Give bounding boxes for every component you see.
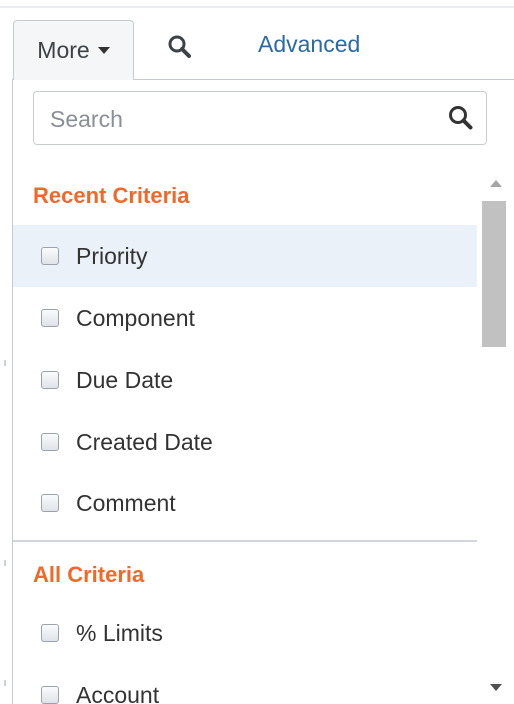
criteria-item-due-date[interactable]: Due Date [13, 349, 477, 411]
criteria-item-label: Created Date [76, 428, 213, 455]
criteria-item-label: % Limits [76, 619, 163, 646]
checkbox[interactable] [41, 247, 59, 265]
more-criteria-button[interactable]: More [13, 20, 134, 80]
section-divider [13, 540, 477, 542]
recent-criteria-heading: Recent Criteria [33, 183, 190, 208]
background-mark [4, 560, 6, 566]
criteria-dropdown: Recent Criteria Priority Component Due D… [12, 79, 514, 704]
all-criteria-heading: All Criteria [33, 562, 145, 587]
background-mark [4, 360, 6, 366]
search-icon[interactable] [448, 105, 474, 131]
checkbox[interactable] [41, 371, 59, 389]
criteria-item-label: Comment [76, 489, 176, 516]
checkbox[interactable] [41, 309, 59, 327]
advanced-search-link[interactable]: Advanced [258, 31, 360, 58]
checkbox[interactable] [41, 624, 59, 642]
criteria-item-account[interactable]: Account [13, 664, 477, 704]
checkbox[interactable] [41, 433, 59, 451]
criteria-item-limits[interactable]: % Limits [13, 602, 477, 664]
more-button-label: More [37, 37, 90, 63]
criteria-item-label: Component [76, 304, 195, 331]
checkbox[interactable] [41, 686, 59, 704]
criteria-scrollbar[interactable] [478, 161, 514, 704]
scrollbar-thumb[interactable] [482, 201, 506, 347]
criteria-search-box[interactable] [33, 91, 487, 146]
scroll-down-arrow-icon[interactable] [490, 684, 502, 691]
criteria-item-created-date[interactable]: Created Date [13, 411, 477, 473]
criteria-item-label: Due Date [76, 366, 174, 393]
criteria-item-label: Priority [76, 242, 148, 269]
criteria-item-label: Account [76, 681, 160, 704]
search-icon[interactable] [167, 34, 193, 60]
background-rule [0, 6, 514, 8]
criteria-item-comment[interactable]: Comment [13, 472, 477, 534]
background-mark [4, 680, 6, 686]
criteria-item-component[interactable]: Component [13, 287, 477, 349]
criteria-item-priority[interactable]: Priority [13, 225, 477, 287]
jira-criteria-page: More Advanced Recent Criteria Priority C… [0, 0, 514, 704]
checkbox[interactable] [41, 494, 59, 512]
scroll-up-arrow-icon[interactable] [490, 180, 502, 187]
criteria-search-input[interactable] [48, 92, 442, 146]
caret-down-icon [97, 47, 110, 54]
